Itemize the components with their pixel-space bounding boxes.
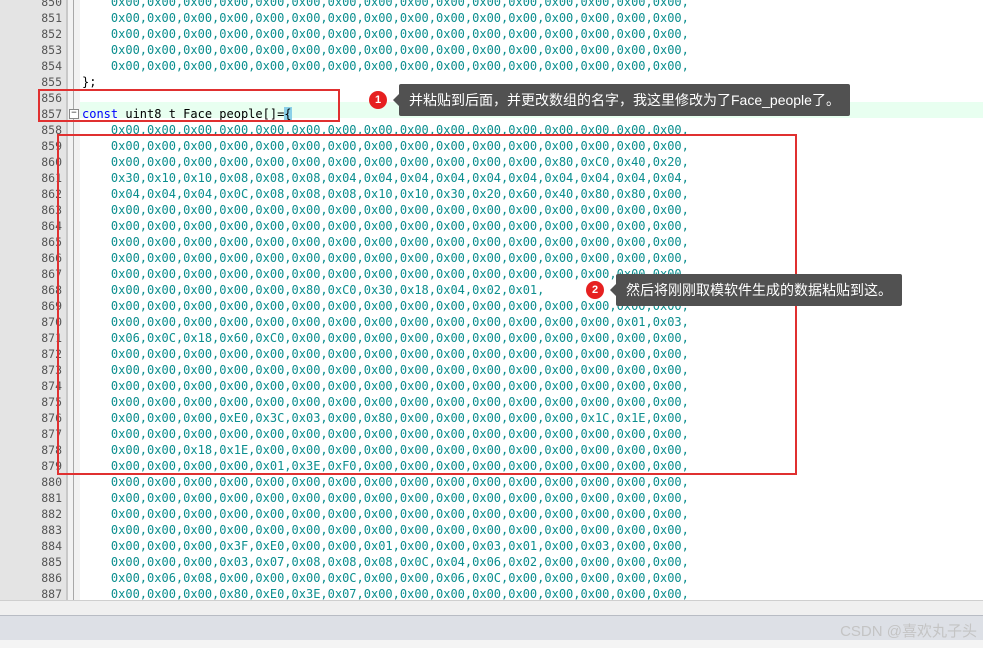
horizontal-scrollbar[interactable] — [0, 600, 983, 615]
line-number: 853 — [41, 43, 62, 57]
line-number: 883 — [41, 523, 62, 537]
bottom-edge — [0, 640, 983, 648]
line-number: 878 — [41, 443, 62, 457]
line-number: 866 — [41, 251, 62, 265]
code-line[interactable]: 880 0x00,0x00,0x00,0x00,0x00,0x00,0x00,0… — [0, 474, 983, 490]
line-number: 886 — [41, 571, 62, 585]
line-number: 873 — [41, 363, 62, 377]
code-line[interactable]: 851 0x00,0x00,0x00,0x00,0x00,0x00,0x00,0… — [0, 10, 983, 26]
line-number: 882 — [41, 507, 62, 521]
callout-tooltip: 并粘贴到后面，并更改数组的名字，我这里修改为了Face_people了。 — [393, 84, 850, 116]
code-text: 0x00,0x00,0x00,0x03,0x07,0x08,0x08,0x08,… — [82, 555, 689, 569]
status-bar — [0, 615, 983, 641]
code-line[interactable]: 852 0x00,0x00,0x00,0x00,0x00,0x00,0x00,0… — [0, 26, 983, 42]
code-line[interactable]: 883 0x00,0x00,0x00,0x00,0x00,0x00,0x00,0… — [0, 522, 983, 538]
code-line[interactable]: 884 0x00,0x00,0x00,0x3F,0xE0,0x00,0x00,0… — [0, 538, 983, 554]
callout-1: 1 并粘贴到后面，并更改数组的名字，我这里修改为了Face_people了。 — [369, 84, 850, 116]
callout-2: 2 然后将刚刚取模软件生成的数据粘贴到这。 — [586, 274, 902, 306]
callout-number-badge: 1 — [369, 91, 387, 109]
line-number: 869 — [41, 299, 62, 313]
line-number: 851 — [41, 11, 62, 25]
code-text: 0x00,0x00,0x00,0x00,0x00,0x00,0x00,0x00,… — [82, 523, 689, 537]
code-text: 0x00,0x00,0x00,0x00,0x00,0x00,0x00,0x00,… — [82, 475, 689, 489]
code-text: 0x00,0x00,0x00,0x00,0x00,0x00,0x00,0x00,… — [82, 59, 689, 73]
watermark: CSDN @喜欢丸子头 — [840, 623, 977, 640]
line-number: 852 — [41, 27, 62, 41]
code-line[interactable]: 886 0x00,0x06,0x08,0x00,0x00,0x00,0x0C,0… — [0, 570, 983, 586]
line-number: 860 — [41, 155, 62, 169]
line-number: 861 — [41, 171, 62, 185]
line-number: 887 — [41, 587, 62, 600]
code-text: 0x00,0x00,0x00,0x00,0x00,0x00,0x00,0x00,… — [82, 507, 689, 521]
line-number: 854 — [41, 59, 62, 73]
code-text: 0x00,0x06,0x08,0x00,0x00,0x00,0x0C,0x00,… — [82, 571, 689, 585]
line-number: 855 — [41, 75, 62, 89]
code-line[interactable]: 881 0x00,0x00,0x00,0x00,0x00,0x00,0x00,0… — [0, 490, 983, 506]
code-text: 0x00,0x00,0x00,0x00,0x00,0x00,0x00,0x00,… — [82, 11, 689, 25]
code-line[interactable]: 885 0x00,0x00,0x00,0x03,0x07,0x08,0x08,0… — [0, 554, 983, 570]
code-line[interactable]: 854 0x00,0x00,0x00,0x00,0x00,0x00,0x00,0… — [0, 58, 983, 74]
code-text: 0x00,0x00,0x00,0x00,0x00,0x00,0x00,0x00,… — [82, 0, 689, 9]
line-number: 871 — [41, 331, 62, 345]
code-line[interactable]: 853 0x00,0x00,0x00,0x00,0x00,0x00,0x00,0… — [0, 42, 983, 58]
line-number: 880 — [41, 475, 62, 489]
line-number: 876 — [41, 411, 62, 425]
line-number: 870 — [41, 315, 62, 329]
line-number: 859 — [41, 139, 62, 153]
line-number: 875 — [41, 395, 62, 409]
code-text: 0x00,0x00,0x00,0x00,0x00,0x00,0x00,0x00,… — [82, 27, 689, 41]
line-number: 863 — [41, 203, 62, 217]
line-number: 862 — [41, 187, 62, 201]
line-number: 858 — [41, 123, 62, 137]
highlight-box-declaration — [38, 89, 340, 122]
callout-number-badge: 2 — [586, 281, 604, 299]
line-number: 872 — [41, 347, 62, 361]
code-line[interactable]: 850 0x00,0x00,0x00,0x00,0x00,0x00,0x00,0… — [0, 0, 983, 10]
line-number: 867 — [41, 267, 62, 281]
code-text: 0x00,0x00,0x00,0x00,0x00,0x00,0x00,0x00,… — [82, 491, 689, 505]
line-number: 884 — [41, 539, 62, 553]
code-line[interactable]: 887 0x00,0x00,0x00,0x80,0xE0,0x3E,0x07,0… — [0, 586, 983, 600]
code-line[interactable]: 882 0x00,0x00,0x00,0x00,0x00,0x00,0x00,0… — [0, 506, 983, 522]
line-number: 868 — [41, 283, 62, 297]
line-number: 881 — [41, 491, 62, 505]
callout-tooltip: 然后将刚刚取模软件生成的数据粘贴到这。 — [610, 274, 902, 306]
line-number: 850 — [41, 0, 62, 9]
line-number: 865 — [41, 235, 62, 249]
code-text: }; — [82, 75, 97, 89]
code-text: 0x00,0x00,0x00,0x80,0xE0,0x3E,0x07,0x00,… — [82, 587, 689, 600]
line-number: 885 — [41, 555, 62, 569]
line-number: 864 — [41, 219, 62, 233]
line-number: 877 — [41, 427, 62, 441]
line-number: 879 — [41, 459, 62, 473]
line-number: 874 — [41, 379, 62, 393]
code-text: 0x00,0x00,0x00,0x00,0x00,0x00,0x00,0x00,… — [82, 43, 689, 57]
code-text: 0x00,0x00,0x00,0x3F,0xE0,0x00,0x00,0x01,… — [82, 539, 689, 553]
